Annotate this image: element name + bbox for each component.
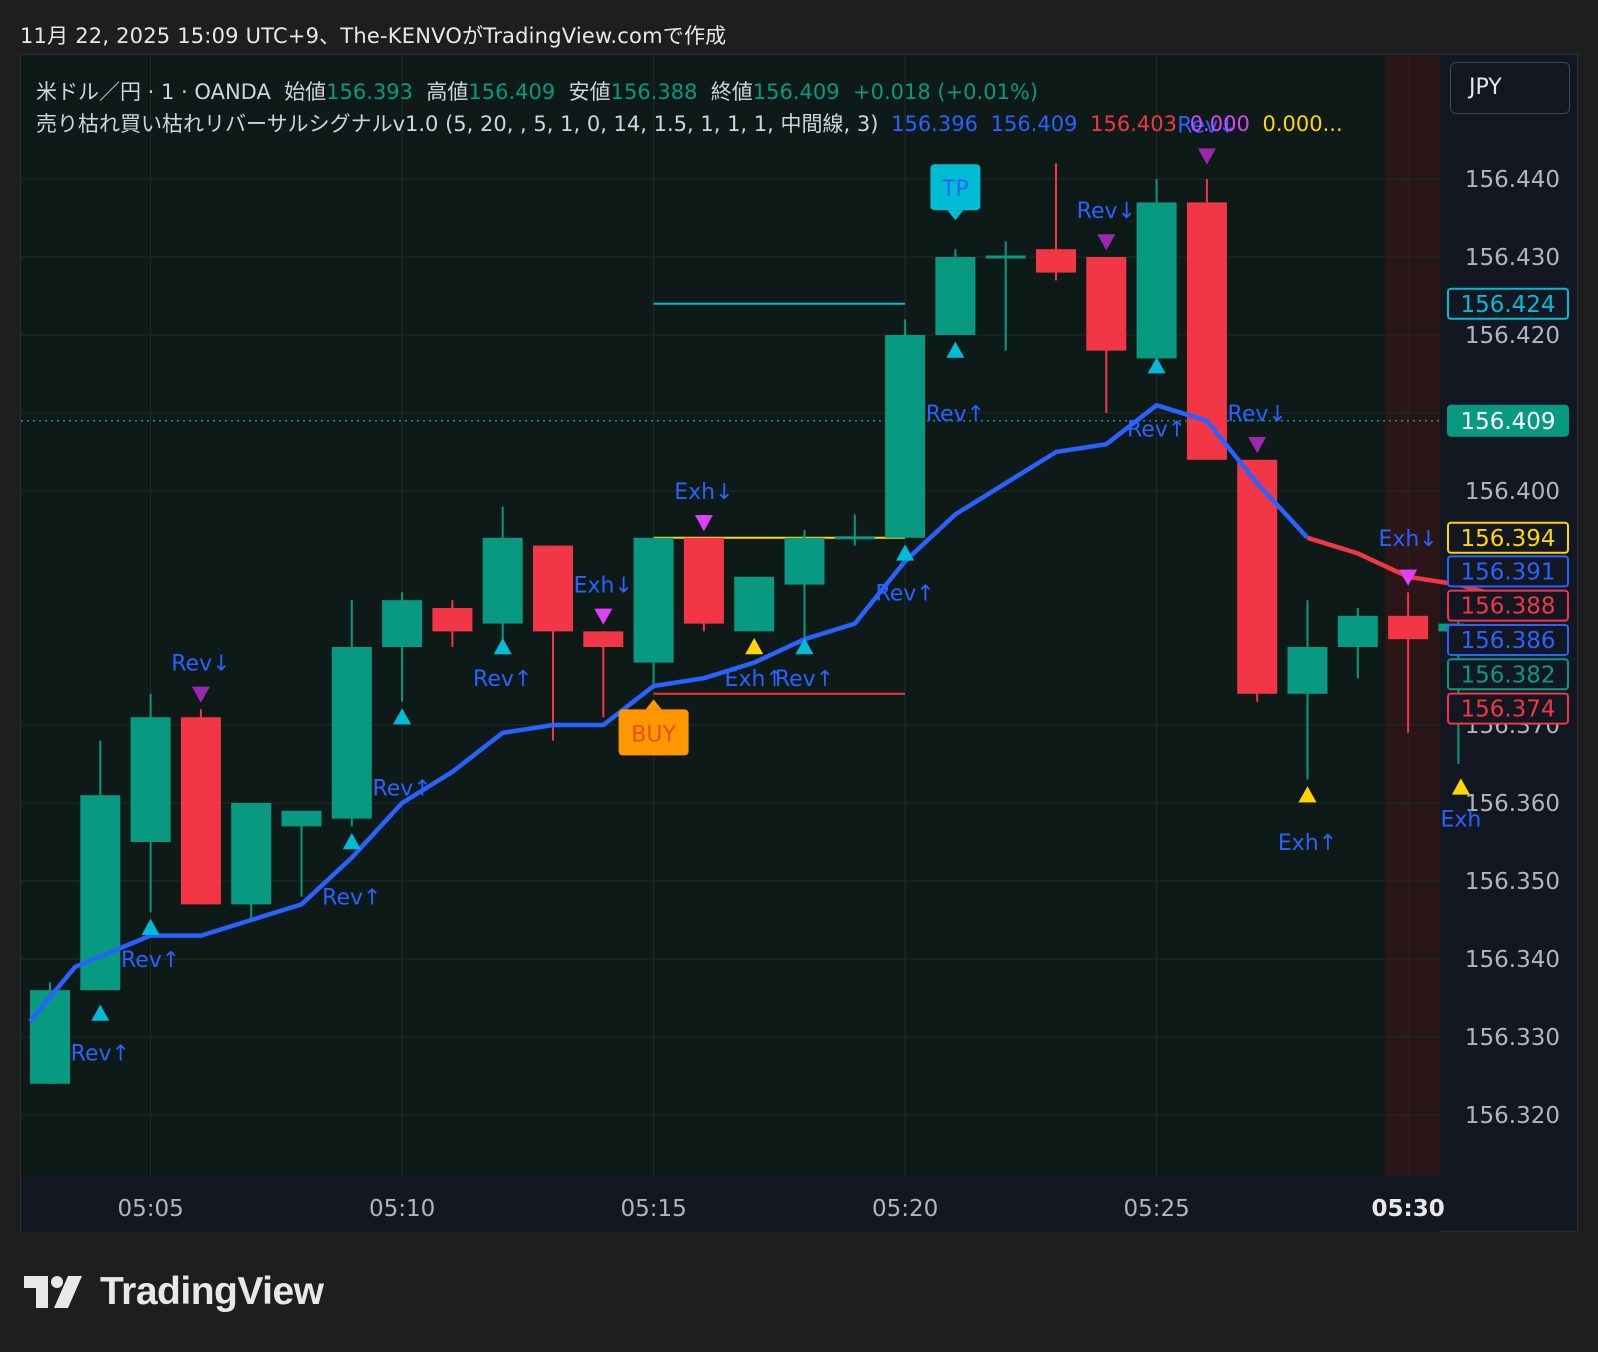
legend-symbol: 米ドル／円 · 1 · OANDA	[36, 80, 271, 104]
legend-open: 156.393	[326, 80, 414, 104]
tradingview-logo[interactable]: TradingView	[24, 1270, 324, 1314]
signal-label: Exh↓	[1378, 527, 1437, 552]
signal-label: Exh↓	[574, 574, 633, 599]
y-tick-label: 156.400	[1465, 479, 1560, 505]
signal-label: Rev↑	[875, 581, 934, 606]
legend-indicator-value-4: 0.000	[1189, 112, 1250, 136]
price-chart[interactable]: 156.320156.330156.340156.350156.360156.3…	[0, 0, 1598, 1240]
candle-body[interactable]	[130, 717, 171, 842]
price-badge-label: 156.391	[1460, 559, 1555, 585]
candle-body[interactable]	[1036, 249, 1076, 273]
candle-body[interactable]	[30, 990, 70, 1084]
legend-indicator-value-1: 156.396	[891, 112, 978, 136]
x-tick-label: 05:15	[620, 1196, 686, 1222]
candle-body[interactable]	[533, 545, 573, 632]
tradingview-logo-icon	[24, 1276, 82, 1308]
signal-label: Rev↓	[1228, 402, 1287, 427]
legend-indicator-name: 売り枯れ買い枯れリバーサルシグナルv1.0 (5, 20, , 5, 1, 0,…	[36, 112, 879, 136]
x-tick-label: 05:20	[872, 1196, 938, 1222]
legend-ohlc-row: 米ドル／円 · 1 · OANDA 始値156.393 高値156.409 安値…	[36, 76, 1343, 108]
legend-low: 156.388	[610, 80, 698, 104]
signal-label: Exh	[1440, 808, 1481, 833]
candle-body[interactable]	[683, 537, 724, 624]
signal-label: Rev↑	[1127, 418, 1186, 443]
legend-change: +0.018 (+0.01%)	[853, 80, 1039, 104]
signal-label: Rev↓	[1077, 199, 1136, 224]
candle-body[interactable]	[281, 810, 322, 827]
candle-body[interactable]	[885, 335, 926, 538]
price-badge-label: 156.424	[1460, 292, 1555, 318]
price-badge-label: 156.388	[1460, 594, 1555, 620]
candle-body[interactable]	[231, 803, 272, 905]
price-badge-label: 156.382	[1460, 662, 1555, 688]
candle-body[interactable]	[1237, 459, 1278, 694]
y-tick-label: 156.320	[1465, 1103, 1560, 1129]
candle-body[interactable]	[1337, 615, 1378, 647]
x-tick-label: 05:05	[117, 1196, 183, 1222]
tag-label: TP	[941, 177, 969, 202]
candle-body[interactable]	[734, 576, 775, 632]
legend-close-label: 終値	[710, 80, 753, 104]
candle-body[interactable]	[583, 631, 624, 647]
currency-selector[interactable]: JPY	[1450, 62, 1570, 114]
candle-body[interactable]	[935, 257, 976, 335]
candle-body[interactable]	[784, 537, 825, 585]
candle-body[interactable]	[482, 537, 523, 624]
signal-label: Rev↑	[473, 667, 532, 692]
candle-body[interactable]	[633, 537, 674, 663]
x-tick-label: 05:25	[1123, 1196, 1189, 1222]
legend-close: 156.409	[752, 80, 840, 104]
legend-indicator-row[interactable]: 売り枯れ買い枯れリバーサルシグナルv1.0 (5, 20, , 5, 1, 0,…	[36, 108, 1343, 140]
signal-label: Rev↑	[926, 402, 985, 427]
plot-area[interactable]	[21, 56, 1440, 1176]
signal-label: Rev↑	[775, 667, 834, 692]
tradingview-brand: TradingView	[100, 1270, 324, 1313]
signal-label: Rev↑	[372, 776, 431, 801]
y-tick-label: 156.340	[1465, 947, 1560, 973]
legend-indicator-value-2: 156.409	[990, 112, 1078, 136]
signal-label: Rev↑	[121, 948, 180, 973]
time-axis-area[interactable]	[21, 1176, 1440, 1232]
candle-body[interactable]	[331, 647, 372, 819]
candle-body[interactable]	[1388, 615, 1429, 640]
signal-label: Exh↑	[1278, 831, 1337, 856]
price-badge-label: 156.394	[1460, 526, 1555, 552]
price-badge-label: 156.386	[1460, 628, 1555, 654]
y-tick-label: 156.350	[1465, 869, 1560, 895]
signal-label: Rev↑	[71, 1042, 130, 1067]
price-badge-label: 156.374	[1460, 697, 1555, 723]
candle-body[interactable]	[432, 608, 473, 632]
signal-label: Rev↑	[322, 886, 381, 911]
legend-open-label: 始値	[284, 80, 327, 104]
candle-body[interactable]	[382, 600, 423, 647]
x-tick-label: 05:10	[369, 1196, 435, 1222]
candle-body[interactable]	[834, 536, 875, 540]
y-tick-label: 156.330	[1465, 1025, 1560, 1051]
tag-label: BUY	[631, 722, 676, 747]
candle-body[interactable]	[985, 255, 1026, 259]
y-tick-label: 156.440	[1465, 167, 1560, 193]
signal-label: Exh↓	[674, 480, 733, 505]
candle-body[interactable]	[1136, 202, 1177, 359]
legend-indicator-value-3: 156.403	[1090, 112, 1177, 136]
legend-high: 156.409	[468, 80, 556, 104]
signal-label: Rev↓	[171, 652, 230, 677]
legend-high-label: 高値	[426, 80, 469, 104]
y-tick-label: 156.420	[1465, 323, 1560, 349]
candle-body[interactable]	[180, 717, 221, 905]
x-tick-label: 05:30	[1371, 1196, 1444, 1222]
legend-low-label: 安値	[568, 80, 611, 104]
price-badge-label: 156.409	[1460, 409, 1555, 435]
candle-body[interactable]	[1287, 647, 1328, 694]
candle-body[interactable]	[1086, 257, 1127, 351]
legend-indicator-value-5: 0.000...	[1262, 112, 1343, 136]
chart-legend: 米ドル／円 · 1 · OANDA 始値156.393 高値156.409 安値…	[36, 76, 1343, 140]
y-tick-label: 156.430	[1465, 245, 1560, 271]
